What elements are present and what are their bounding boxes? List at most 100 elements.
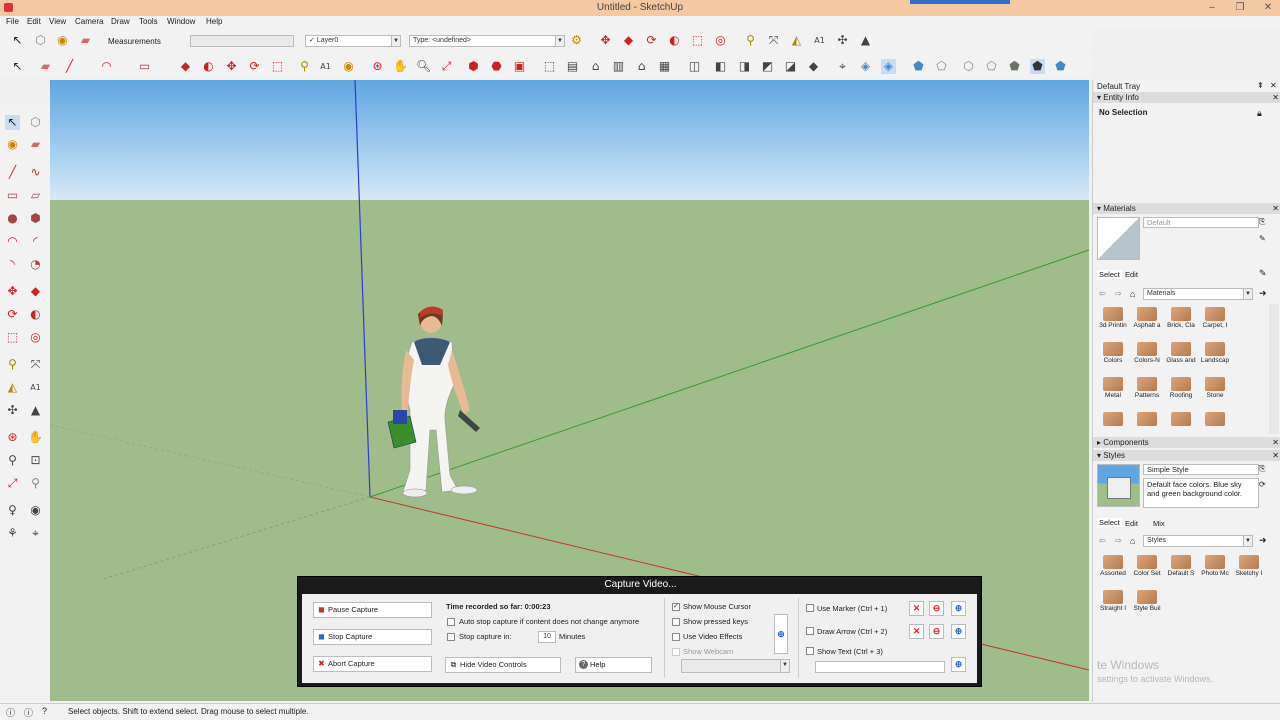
home-icon[interactable]: ⌂ [1130,289,1135,299]
layer-select[interactable]: ✓ Layer0 ▼ [305,35,401,47]
dimension-icon[interactable]: ⤧ [766,33,781,48]
material-swatch[interactable] [1097,409,1129,433]
minimize-icon[interactable]: – [1198,0,1226,16]
tape-tool-icon[interactable]: ⚲ [297,59,312,74]
geolocation-icon[interactable]: ⓘ [24,706,33,719]
move-tool-icon[interactable]: ✥ [224,59,239,74]
zoom-window-icon[interactable]: ⊡ [28,453,43,468]
component-icon[interactable]: ⬡ [33,33,48,48]
select-icon[interactable]: ↖ [5,115,20,130]
help-button[interactable]: ? Help [575,657,652,673]
eraser-icon[interactable]: ▰ [78,33,93,48]
show-cursor-checkbox[interactable]: ✓ [672,603,680,611]
protractor-icon[interactable]: ◭ [5,380,20,395]
stop-in-minutes-input[interactable]: 10 [538,631,556,643]
dynamic-component-icon[interactable]: ⚙ [569,33,584,48]
offset-icon[interactable]: ◎ [713,33,728,48]
circle-icon[interactable]: ● [5,211,20,226]
material-swatch[interactable]: Brick, Cla [1165,304,1197,336]
back-view-icon[interactable]: ⌂ [634,59,649,74]
style-6-icon[interactable]: ⬟ [1030,59,1045,74]
walk-icon[interactable]: ⚘ [5,526,20,541]
push-pull-icon[interactable]: ◆ [28,284,43,299]
style-7-icon[interactable]: ⬟ [1053,59,1068,74]
select-icon[interactable]: ↖ [10,33,25,48]
restore-icon[interactable]: ❐ [1226,0,1254,16]
close-icon[interactable]: ✕ [1254,0,1280,16]
material-swatch[interactable] [1165,409,1197,433]
position-camera-icon[interactable]: ♀ [5,503,20,518]
marker-add-button[interactable]: ⊕ [951,601,966,616]
select-tool-icon[interactable]: ↖ [10,59,25,74]
rotated-rectangle-icon[interactable]: ▱ [28,188,43,203]
menu-help[interactable]: Help [206,17,222,26]
menu-edit[interactable]: Edit [27,17,41,26]
section-cuts-icon[interactable]: ◈ [881,59,896,74]
paint-tool-icon[interactable]: ◉ [341,59,356,74]
style-1-icon[interactable]: ⬟ [911,59,926,74]
text-icon[interactable]: A1 [812,33,827,48]
style-3-icon[interactable]: ⬡ [961,59,976,74]
arrow-clear-button[interactable]: ✕ [909,624,924,639]
zoom-tool-icon[interactable]: 🔍︎ [416,59,431,74]
3d-text-icon[interactable]: ▲ [858,33,873,48]
text-icon[interactable]: A1 [28,380,43,395]
paint-bucket-icon[interactable]: ◉ [55,33,70,48]
arc-tool-icon[interactable]: ◠ [99,59,114,74]
create-style-icon[interactable]: ⎘ [1259,464,1265,474]
menu-tools[interactable]: Tools [139,17,158,26]
style-2-icon[interactable]: ⬠ [934,59,949,74]
styles-home-icon[interactable]: ⌂ [1130,536,1135,546]
eraser-tool-icon[interactable]: ▰ [38,59,53,74]
style-swatch[interactable]: Sketchy I [1233,552,1265,584]
rotate-tool-icon[interactable]: ⟳ [247,59,262,74]
materials-tab-select[interactable]: Select [1097,270,1122,279]
style-name-input[interactable]: Simple Style [1143,464,1259,475]
info-icon[interactable]: ⓘ [6,706,15,719]
shaded-icon[interactable]: ◪ [783,59,798,74]
material-swatch[interactable] [1131,409,1163,433]
materials-tab-edit[interactable]: Edit [1125,270,1138,279]
rectangle-tool-icon[interactable]: ▭ [137,59,152,74]
zoom-extents-icon[interactable]: ⤢ [439,59,454,74]
show-keys-checkbox[interactable] [672,618,680,626]
follow-me-icon[interactable]: ◐ [28,307,43,322]
protractor-icon[interactable]: ◭ [789,33,804,48]
style-swatch[interactable]: Default S [1165,552,1197,584]
style-swatch[interactable]: Color Set [1131,552,1163,584]
stop-in-checkbox[interactable] [447,633,455,641]
auto-stop-checkbox[interactable] [447,618,455,626]
lock-icon[interactable]: 🔒︎ [1257,108,1262,119]
create-material-icon[interactable]: ⎘ [1259,217,1265,227]
pan-tool-icon[interactable]: ✋ [393,59,408,74]
previous-view-icon[interactable]: ⚲ [28,476,43,491]
line-tool-icon[interactable]: ╱ [62,59,77,74]
add-effect-button[interactable]: ⊕ [774,614,788,654]
material-swatch[interactable]: Colors-N [1131,339,1163,371]
section-plane-icon[interactable]: ⌖ [835,59,850,74]
follow-me-icon[interactable]: ◐ [667,33,682,48]
material-swatch[interactable]: Stone [1199,374,1231,406]
tray-pin-icon[interactable]: ⇞ [1257,81,1264,90]
use-marker-checkbox[interactable] [806,604,814,612]
material-swatch[interactable]: Landscap [1199,339,1231,371]
style-description[interactable]: Default face colors. Blue sky and green … [1143,478,1259,508]
type-select[interactable]: Type: <undefined> ▼ [409,35,565,47]
section-display-icon[interactable]: ◈ [858,59,873,74]
follow-me-tool-icon[interactable]: ◐ [201,59,216,74]
style-swatch[interactable]: Assorted [1097,552,1129,584]
orbit-tool-icon[interactable]: ⊛ [370,59,385,74]
scale-tool-icon[interactable]: ⬚ [270,59,285,74]
styles-back-icon[interactable]: ⇦ [1099,536,1106,545]
xray-icon[interactable]: ◫ [687,59,702,74]
arrow-remove-button[interactable]: ⊖ [929,624,944,639]
right-view-icon[interactable]: ▥ [611,59,626,74]
forward-icon[interactable]: ⇨ [1115,289,1122,298]
iso-view-icon[interactable]: ⬚ [542,59,557,74]
rectangle-icon[interactable]: ▭ [5,188,20,203]
style-swatch[interactable]: Straight I [1097,587,1129,619]
styles-tab-mix[interactable]: Mix [1153,519,1165,528]
material-name-input[interactable]: Default [1143,217,1259,228]
orbit-icon[interactable]: ⊛ [5,430,20,445]
scale-icon[interactable]: ⬚ [5,330,20,345]
